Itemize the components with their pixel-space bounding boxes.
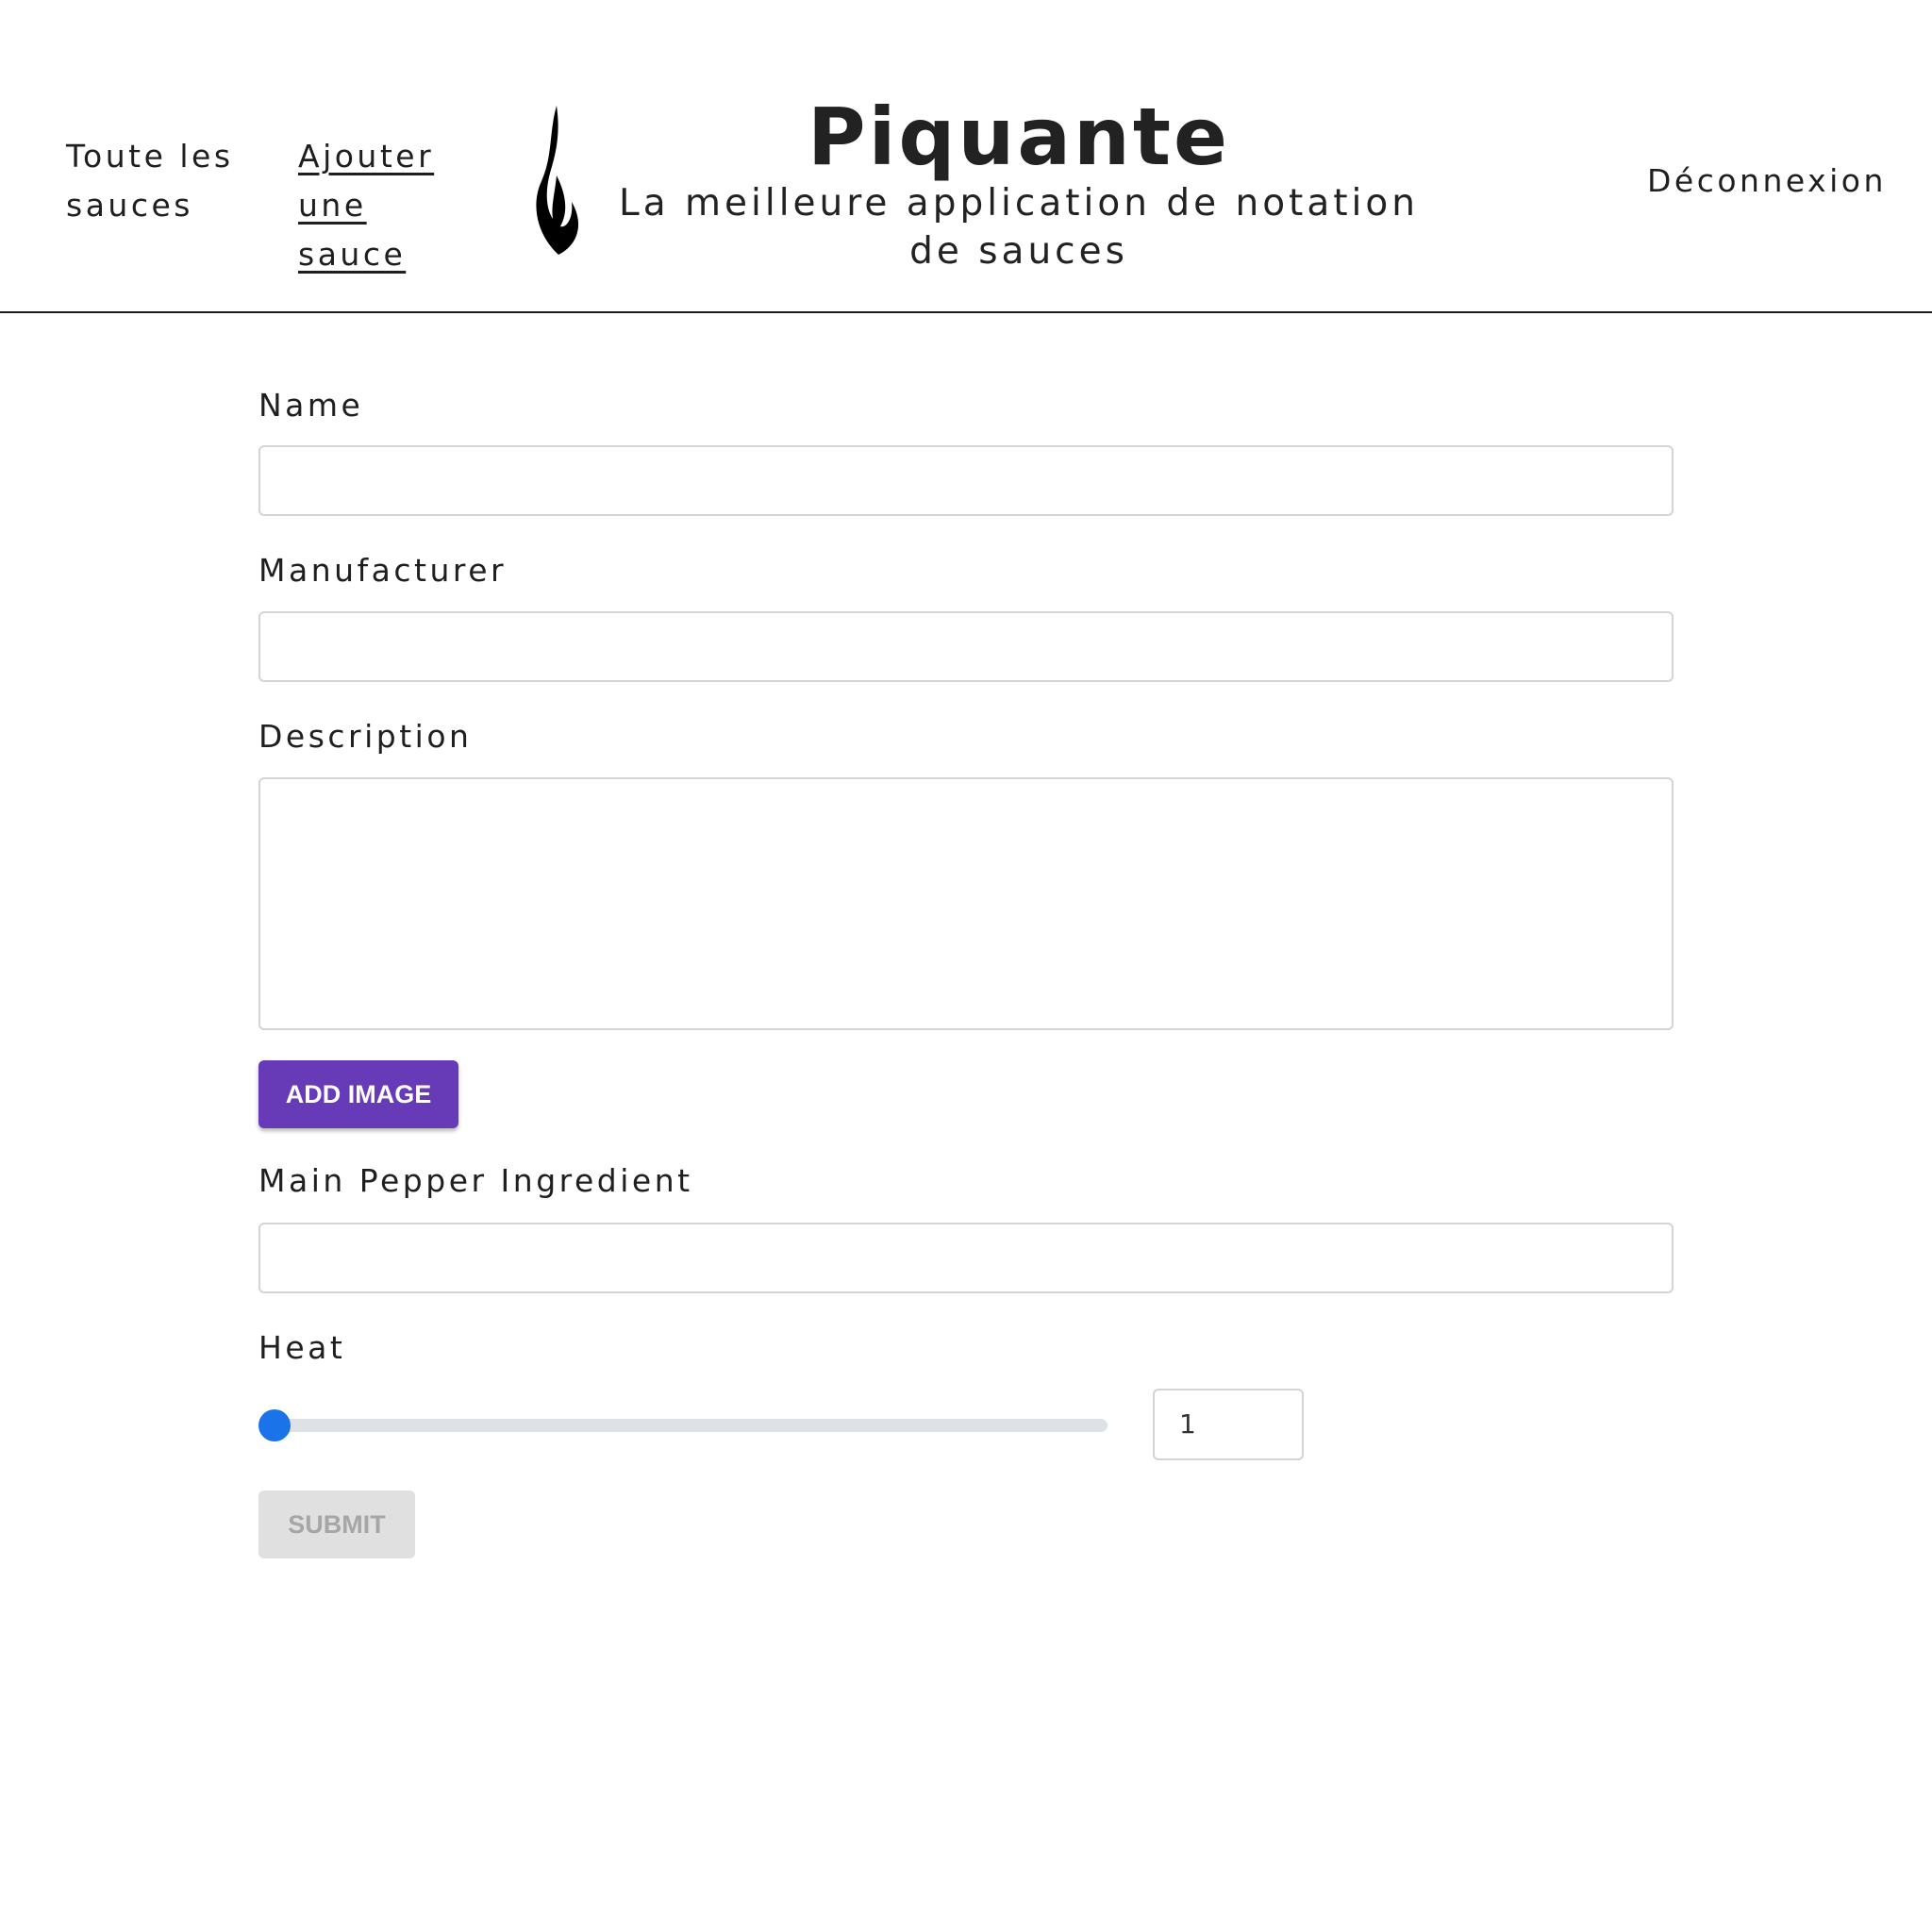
app-header: Toute les sauces Ajouter une sauce Piqua… <box>0 0 1932 313</box>
heat-slider[interactable] <box>258 1406 1108 1443</box>
heat-number-input[interactable]: 1 <box>1153 1389 1304 1460</box>
heat-label: Heat <box>258 1329 346 1366</box>
name-label: Name <box>258 387 364 424</box>
page-subtitle: La meilleure application de notation de … <box>619 182 1419 273</box>
manufacturer-input[interactable] <box>258 611 1674 682</box>
heat-slider-track[interactable] <box>268 1419 1108 1432</box>
brand: Piquante La meilleure application de not… <box>604 85 1434 275</box>
manufacturer-label: Manufacturer <box>258 552 508 589</box>
add-image-button[interactable]: ADD IMAGE <box>258 1060 458 1128</box>
description-label: Description <box>258 718 473 755</box>
description-textarea[interactable] <box>258 777 1674 1030</box>
nav-add-sauce-link[interactable]: Ajouter une sauce <box>298 132 477 279</box>
name-input[interactable] <box>258 445 1674 516</box>
heat-slider-thumb[interactable] <box>258 1409 291 1441</box>
nav-all-sauces-link[interactable]: Toute les sauces <box>66 132 236 230</box>
submit-button: SUBMIT <box>258 1491 415 1558</box>
pepper-input[interactable] <box>258 1223 1674 1293</box>
flame-icon <box>536 106 579 255</box>
page-title: Piquante <box>808 91 1230 183</box>
logout-link[interactable]: Déconnexion <box>1647 157 1887 206</box>
pepper-label: Main Pepper Ingredient <box>258 1162 693 1199</box>
